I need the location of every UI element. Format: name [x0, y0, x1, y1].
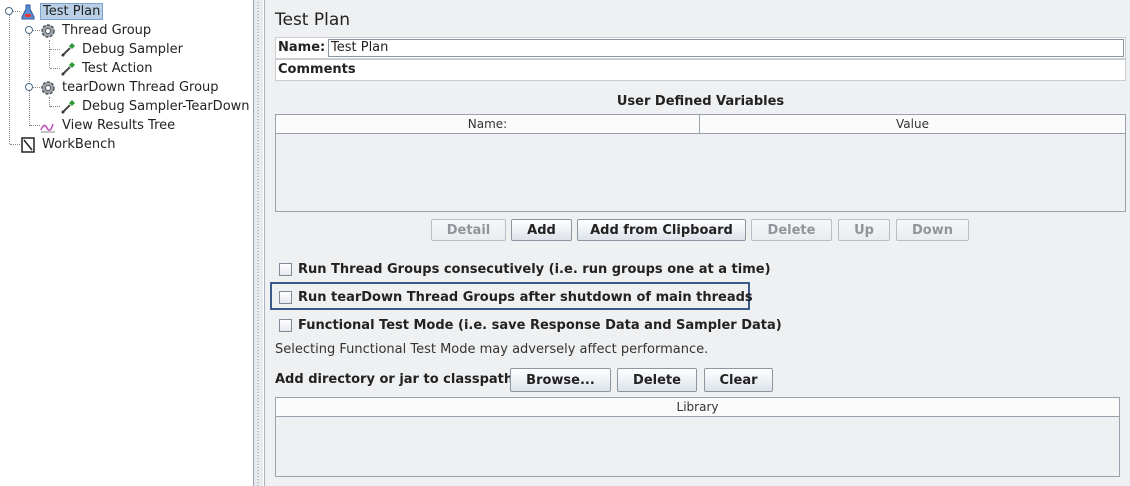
name-input[interactable]: Test Plan — [328, 39, 1124, 57]
column-header-value[interactable]: Value — [700, 115, 1125, 134]
page-title: Test Plan — [275, 10, 351, 30]
detail-button[interactable]: Detail — [431, 219, 506, 241]
tree-item-debug-sampler-teardown[interactable]: Debug Sampler-TearDown — [60, 97, 252, 116]
pipette-icon — [60, 42, 76, 58]
down-button[interactable]: Down — [896, 219, 969, 241]
functional-test-mode-checkbox[interactable] — [279, 319, 292, 332]
tree-item-label: Thread Group — [62, 23, 152, 38]
checkbox-label: Functional Test Mode (i.e. save Response… — [298, 318, 782, 333]
tree-item-debug-sampler[interactable]: Debug Sampler — [60, 40, 185, 59]
classpath-label: Add directory or jar to classpath — [275, 372, 514, 387]
tree-expand-toggle[interactable] — [5, 7, 13, 15]
tree-connector — [49, 40, 50, 68]
tree-connector — [50, 106, 60, 107]
run-teardown-checkbox[interactable] — [279, 291, 292, 304]
up-button[interactable]: Up — [838, 219, 890, 241]
gear-icon — [40, 80, 56, 96]
tree-connector — [29, 34, 30, 126]
delete-variable-button[interactable]: Delete — [751, 219, 832, 241]
tree-item-teardown-thread-group[interactable]: tearDown Thread Group — [40, 78, 221, 97]
delete-classpath-button[interactable]: Delete — [617, 368, 697, 392]
workbench-icon — [20, 136, 36, 153]
tree-expand-toggle[interactable] — [25, 83, 33, 91]
library-table[interactable]: Library — [275, 397, 1120, 477]
graph-icon — [40, 118, 56, 134]
tree-connector — [50, 68, 60, 69]
tree-item-test-action[interactable]: Test Action — [60, 59, 154, 78]
tree-item-workbench[interactable]: WorkBench — [20, 135, 117, 154]
tree-item-label: Test Action — [82, 61, 153, 76]
tree-item-test-plan[interactable]: Test Plan — [20, 2, 104, 21]
name-label: Name: — [278, 40, 326, 55]
flask-icon — [20, 4, 36, 20]
run-consecutively-checkbox[interactable] — [279, 263, 292, 276]
tree-item-label: Debug Sampler-TearDown — [82, 99, 250, 114]
comments-label: Comments: — [278, 62, 361, 77]
column-header-library[interactable]: Library — [276, 398, 1119, 417]
tree-connector — [10, 144, 20, 145]
pipette-icon — [60, 99, 76, 115]
tree-connector — [50, 49, 60, 50]
functional-mode-note: Selecting Functional Test Mode may adver… — [275, 342, 709, 357]
tree-item-label: Debug Sampler — [82, 42, 183, 57]
tree-item-view-results-tree[interactable]: View Results Tree — [40, 116, 177, 135]
tree-expand-toggle[interactable] — [25, 26, 33, 34]
checkbox-label: Run tearDown Thread Groups after shutdow… — [298, 290, 753, 305]
browse-button[interactable]: Browse... — [510, 368, 611, 392]
column-header-name[interactable]: Name: — [276, 115, 700, 134]
tree-connector — [30, 125, 40, 126]
comments-row: Comments: — [275, 59, 1126, 81]
run-consecutively-option[interactable]: Run Thread Groups consecutively (i.e. ru… — [279, 262, 771, 277]
gear-icon — [40, 23, 56, 39]
split-pane-divider[interactable] — [254, 0, 263, 486]
tree-item-label: Test Plan — [40, 3, 104, 20]
add-from-clipboard-button[interactable]: Add from Clipboard — [577, 219, 746, 241]
user-defined-variables-title: User Defined Variables — [616, 94, 785, 109]
tree-connector — [9, 12, 10, 144]
tree-item-thread-group[interactable]: Thread Group — [40, 21, 153, 40]
name-row: Name: Test Plan — [275, 37, 1126, 59]
clear-button[interactable]: Clear — [704, 368, 773, 392]
pipette-icon — [60, 61, 76, 77]
comments-input[interactable] — [356, 61, 1124, 79]
tree-item-label: WorkBench — [42, 137, 116, 152]
test-plan-tree[interactable]: Test Plan Thread Group Debug Sampler Tes… — [0, 0, 254, 486]
checkbox-label: Run Thread Groups consecutively (i.e. ru… — [298, 262, 771, 277]
user-defined-variables-table[interactable]: Name: Value — [275, 114, 1126, 212]
test-plan-panel: Test Plan Name: Test Plan Comments: User… — [264, 0, 1130, 486]
run-teardown-option[interactable]: Run tearDown Thread Groups after shutdow… — [279, 290, 753, 305]
tree-item-label: tearDown Thread Group — [62, 80, 219, 95]
functional-test-mode-option[interactable]: Functional Test Mode (i.e. save Response… — [279, 318, 782, 333]
add-button[interactable]: Add — [511, 219, 572, 241]
tree-item-label: View Results Tree — [62, 118, 176, 133]
